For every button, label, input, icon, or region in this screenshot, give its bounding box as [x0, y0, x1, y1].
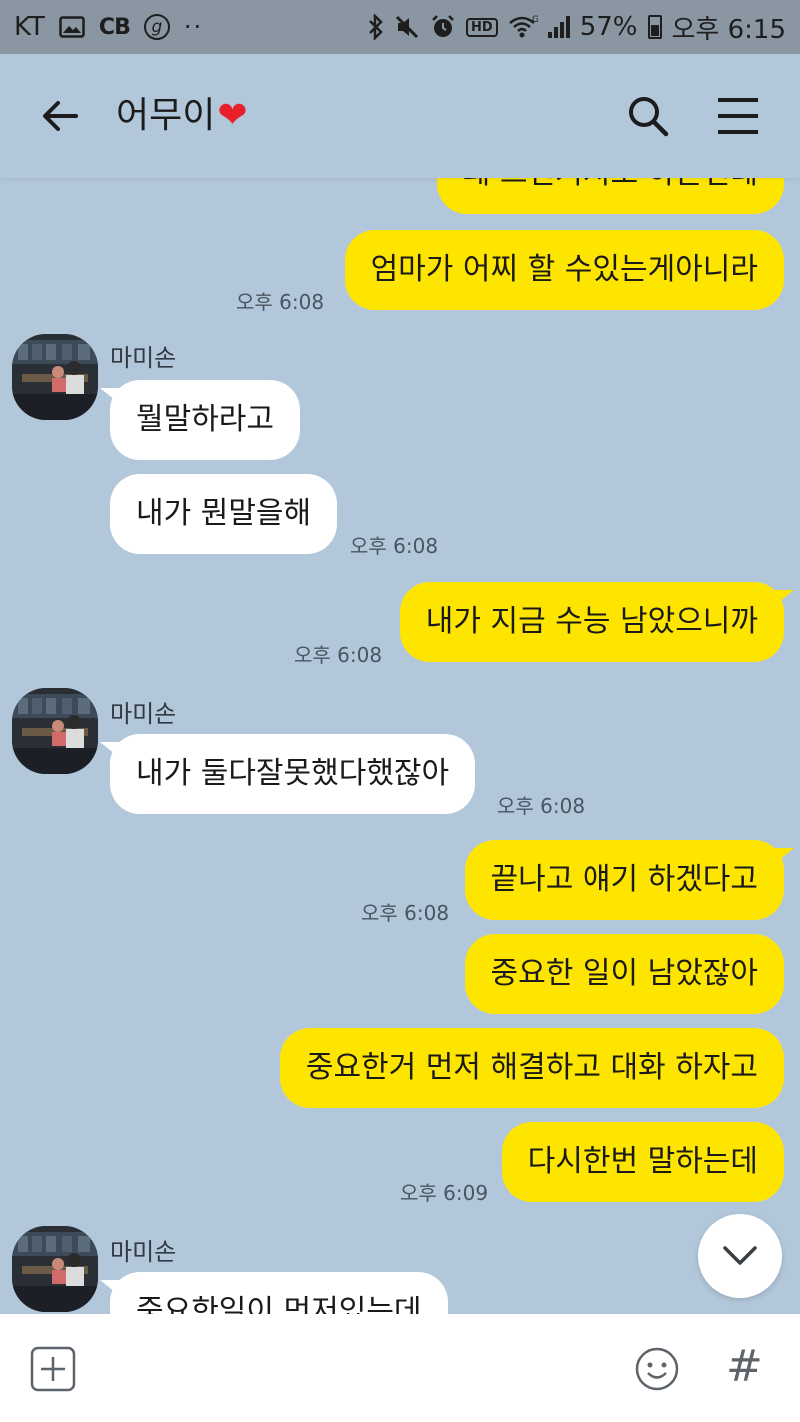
my-message-bubble[interactable]: 중요한 일이 남았잖아: [464, 934, 784, 1014]
my-message-bubble[interactable]: 왜 그런거지도 하는건데: [436, 178, 784, 214]
svg-text:G: G: [532, 15, 538, 25]
message-text: 내가 뭔말을해: [136, 496, 312, 531]
chevron-down-icon: [723, 1246, 757, 1265]
message-text: 중요한 일이 남았잖아: [490, 956, 758, 991]
emoticon-button[interactable]: [634, 1346, 680, 1392]
message-time: 오후 6:08: [236, 290, 325, 314]
gallery-icon: [59, 16, 85, 38]
mute-icon: [394, 14, 420, 40]
status-time: 오후 6:15: [671, 14, 787, 45]
my-message-bubble[interactable]: 엄마가 어찌 할 수있는게아니라: [344, 230, 784, 310]
my-message-bubble[interactable]: 끝나고 얘기 하겠다고: [464, 840, 795, 920]
chat-title-text: 어무이: [116, 95, 216, 136]
chat-message-list[interactable]: 왜 그런거지도 하는건데 엄마가 어찌 할 수있는게아니라 오후 6:08 마미…: [0, 178, 800, 1314]
message-text: 내가 지금 수능 남았으니까: [425, 604, 758, 639]
heart-icon: ❤: [217, 95, 248, 136]
signal-icon: [547, 16, 570, 38]
search-button[interactable]: [624, 92, 672, 140]
arrow-left-icon: [43, 101, 78, 131]
message-text: 엄마가 어찌 할 수있는게아니라: [370, 252, 758, 287]
sender-name: 마미손: [110, 700, 177, 728]
battery-icon: [647, 15, 662, 39]
message-time: 오후 6:08: [294, 643, 383, 667]
message-time: 오후 6:08: [497, 794, 586, 818]
sender-name: 마미손: [110, 344, 177, 372]
my-message-bubble[interactable]: 다시한번 말하는데: [501, 1122, 784, 1202]
search-icon: [629, 97, 669, 137]
hd-voice-icon: HD: [466, 17, 498, 37]
message-text: 중요한일이 먼저있는데: [136, 1294, 422, 1314]
their-message-bubble[interactable]: 내가 뭔말을해: [110, 474, 338, 554]
avatar[interactable]: [12, 334, 98, 420]
sender-name: 마미손: [110, 1238, 177, 1266]
their-message-bubble[interactable]: 뭘말하라고: [100, 380, 300, 460]
message-text: 중요한거 먼저 해결하고 대화 하자고: [305, 1050, 758, 1085]
message-time: 오후 6:09: [400, 1181, 489, 1205]
message-text: 왜 그런거지도 하는건데: [463, 178, 758, 191]
hashtag-search-button[interactable]: #: [726, 1340, 763, 1394]
back-button[interactable]: [38, 92, 86, 140]
emoji-smile-icon: [635, 1347, 679, 1391]
my-message-bubble[interactable]: 중요한거 먼저 해결하고 대화 하자고: [279, 1028, 784, 1108]
avatar[interactable]: [12, 688, 98, 774]
carrier-label: KT: [14, 12, 45, 42]
hamburger-menu-icon: [718, 98, 758, 134]
chat-header: 어무이❤: [0, 54, 800, 178]
avatar-photo: [12, 1226, 98, 1312]
message-text: 끝나고 얘기 하겠다고: [490, 862, 758, 897]
message-input-bar: #: [0, 1314, 800, 1422]
avatar-photo: [12, 688, 98, 774]
alarm-icon: [430, 14, 456, 40]
plus-square-icon: [30, 1346, 76, 1392]
avatar[interactable]: [12, 1226, 98, 1312]
cb-label: CB: [98, 14, 131, 40]
battery-percent: 57%: [579, 12, 638, 42]
attach-button[interactable]: [30, 1346, 76, 1392]
scroll-to-bottom-button[interactable]: [698, 1214, 782, 1298]
my-message-bubble[interactable]: 내가 지금 수능 남았으니까: [399, 582, 795, 662]
message-text: 내가 둘다잘못했다했잖아: [136, 756, 450, 791]
g-icon: g: [143, 14, 170, 40]
message-text: 다시한번 말하는데: [527, 1144, 758, 1179]
more-notifications-icon: ··: [183, 13, 204, 41]
their-message-bubble[interactable]: 중요한일이 먼저있는데: [100, 1272, 448, 1314]
avatar-photo: [12, 334, 98, 420]
message-time: 오후 6:08: [350, 534, 439, 558]
menu-button[interactable]: [716, 96, 760, 136]
status-bar: KT CB g ·· HD G 57% 오후 6:15: [0, 0, 800, 54]
chat-title: 어무이❤: [116, 92, 248, 140]
message-time: 오후 6:08: [361, 901, 450, 925]
their-message-bubble[interactable]: 내가 둘다잘못했다했잖아: [99, 734, 476, 814]
wifi-icon: G: [508, 14, 538, 40]
bluetooth-icon: [368, 14, 384, 40]
message-text: 뭘말하라고: [136, 402, 274, 437]
